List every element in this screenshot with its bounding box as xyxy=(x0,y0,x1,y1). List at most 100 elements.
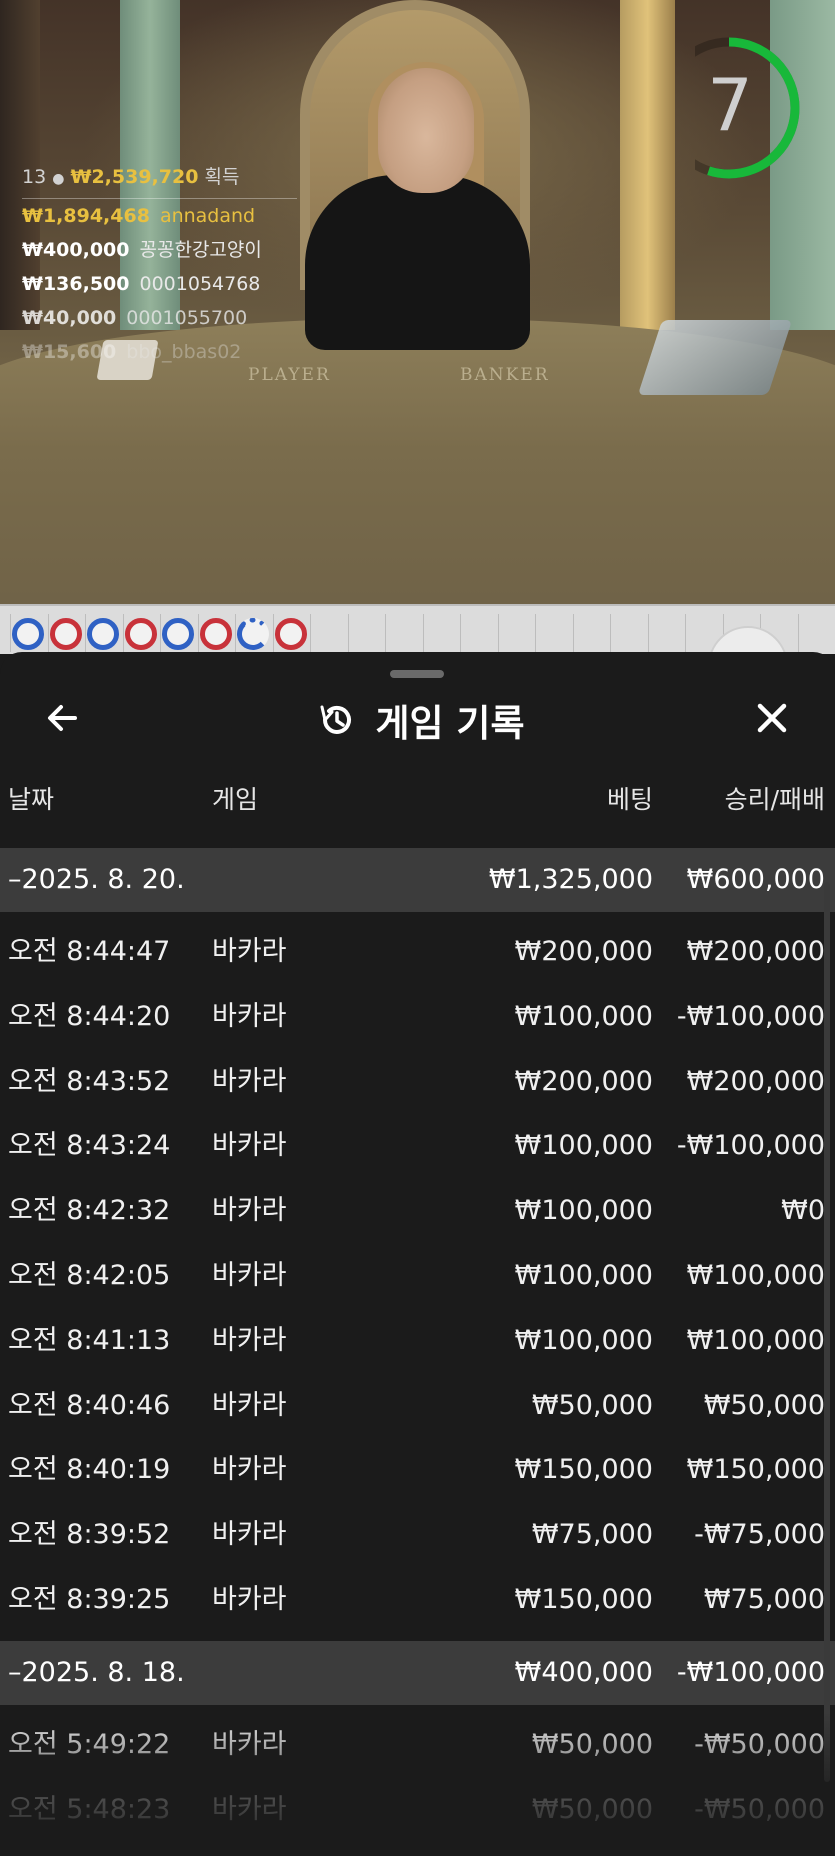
row-game: 바카라 xyxy=(212,1728,287,1760)
column-header-result[interactable]: 승리/패배 xyxy=(725,780,825,820)
close-button[interactable] xyxy=(746,692,798,744)
row-game: 바카라 xyxy=(212,936,287,967)
group-date: –2025. 8. 20. xyxy=(8,864,185,895)
row-bet: ₩100,000 xyxy=(514,1259,653,1291)
history-date-group[interactable]: –2025. 8. 20. ₩1,325,000 ₩600,000 xyxy=(0,848,835,912)
history-row[interactable]: 오전 8:42:32 바카라 ₩100,000 ₩0 xyxy=(0,1179,835,1244)
history-row[interactable]: 오전 8:40:19 바카라 ₩150,000 ₩150,000 xyxy=(0,1438,835,1503)
road-grid-cell xyxy=(385,614,421,652)
road-grid-cell xyxy=(310,614,346,652)
row-bet: ₩75,000 xyxy=(531,1519,653,1551)
close-icon xyxy=(757,703,787,733)
row-time: 오전 8:41:13 xyxy=(8,1324,171,1356)
row-time: 오전 8:43:52 xyxy=(8,1065,171,1097)
row-game: 바카라 xyxy=(212,1000,287,1032)
row-game: 바카라 xyxy=(212,1130,287,1162)
history-row[interactable]: 오전 8:39:52 바카라 ₩75,000 -₩75,000 xyxy=(0,1503,835,1568)
leaderboard-row: ₩136,500 0001054768 xyxy=(22,267,297,301)
row-bet: ₩50,000 xyxy=(531,1728,653,1760)
row-bet: ₩150,000 xyxy=(514,1583,653,1615)
road-grid-cell xyxy=(572,614,609,652)
history-row[interactable]: 오전 8:41:13 바카라 ₩100,000 ₩100,000 xyxy=(0,1309,835,1374)
row-time: 오전 5:49:22 xyxy=(8,1728,171,1760)
bead-banker xyxy=(274,618,307,650)
winner-amount: ₩40,000 xyxy=(22,307,117,329)
column-header-bet[interactable]: 베팅 xyxy=(607,780,653,820)
row-result: -₩100,000 xyxy=(676,1000,825,1032)
row-bet: ₩100,000 xyxy=(514,1130,653,1162)
winners-leaderboard: 13 ● ₩2,539,720 획득 ₩1,894,468 annadand ₩40… xyxy=(22,160,297,369)
history-date-group[interactable]: –2025. 8. 18. ₩400,000 -₩100,000 xyxy=(0,1640,835,1705)
history-icon xyxy=(320,705,352,734)
winner-amount: ₩136,500 xyxy=(22,273,130,295)
group-result-total: -₩100,000 xyxy=(676,1656,825,1688)
row-time: 오전 8:44:20 xyxy=(8,1000,171,1032)
history-row[interactable]: 오전 8:44:47 바카라 ₩200,000 ₩200,000 xyxy=(0,920,835,985)
row-game: 바카라 xyxy=(212,1324,287,1356)
row-time: 오전 8:42:05 xyxy=(8,1259,171,1291)
history-row[interactable]: 오전 8:39:25 바카라 ₩150,000 ₩75,000 xyxy=(0,1568,835,1633)
group-bet-total: ₩1,325,000 xyxy=(488,864,653,895)
row-game: 바카라 xyxy=(212,1195,287,1227)
row-bet: ₩50,000 xyxy=(531,1389,653,1421)
history-row[interactable]: 오전 5:49:22 바카라 ₩50,000 -₩50,000 xyxy=(0,1713,835,1778)
dealer-face xyxy=(378,68,474,193)
row-bet: ₩200,000 xyxy=(514,936,653,967)
game-history-panel: 게임 기록 날짜 게임 베팅 승리/패배 –2025. 8. 20. ₩1,325… xyxy=(0,652,835,1856)
history-row[interactable]: 오전 8:43:52 바카라 ₩200,000 ₩200,000 xyxy=(0,1050,835,1115)
back-button[interactable] xyxy=(36,692,88,744)
winner-name: 꽁꽁한강고양이 xyxy=(139,239,262,261)
leaderboard-row: ₩1,894,468 annadand xyxy=(22,199,297,233)
leaderboard-row: ₩400,000 꽁꽁한강고양이 xyxy=(22,233,297,267)
user-icon: ● xyxy=(52,171,65,187)
leaderboard-row: ₩40,000 0001055700 xyxy=(22,301,297,335)
total-winnings: ₩2,539,720 xyxy=(70,166,199,188)
history-list[interactable]: –2025. 8. 20. ₩1,325,000 ₩600,000 오전 8:44:4… xyxy=(0,848,835,1842)
winner-name: 0001054768 xyxy=(139,273,261,295)
history-row[interactable]: 오전 8:43:24 바카라 ₩100,000 -₩100,000 xyxy=(0,1114,835,1179)
row-time: 오전 5:48:23 xyxy=(8,1793,171,1825)
row-result: ₩0 xyxy=(781,1195,825,1227)
live-dealer-video[interactable]: PLAYER BANKER 13 ● ₩2,539,720 획득 ₩1,894,… xyxy=(0,0,835,604)
row-result: ₩200,000 xyxy=(686,1065,825,1097)
bead-road[interactable] xyxy=(0,604,835,706)
panel-header: 게임 기록 xyxy=(300,694,540,746)
panel-title: 게임 기록 xyxy=(375,702,525,745)
bead-banker xyxy=(49,618,82,650)
row-game: 바카라 xyxy=(212,1065,287,1097)
group-result-total: ₩600,000 xyxy=(686,864,825,895)
row-bet: ₩100,000 xyxy=(514,1195,653,1227)
row-result: ₩150,000 xyxy=(686,1454,825,1486)
row-result: -₩75,000 xyxy=(694,1519,825,1551)
road-grid-cell xyxy=(610,614,646,652)
history-row[interactable]: 오전 5:48:23 바카라 ₩50,000 -₩50,000 xyxy=(0,1778,835,1843)
bead-player xyxy=(162,618,194,650)
column-header-date[interactable]: 날짜 xyxy=(8,780,54,820)
group-bet-total: ₩400,000 xyxy=(514,1656,653,1688)
row-result: ₩100,000 xyxy=(686,1324,825,1356)
row-result: -₩50,000 xyxy=(694,1728,825,1760)
winner-amount: ₩1,894,468 xyxy=(22,205,150,227)
row-time: 오전 8:44:47 xyxy=(8,936,171,967)
history-row[interactable]: 오전 8:40:46 바카라 ₩50,000 ₩50,000 xyxy=(0,1374,835,1439)
drag-handle[interactable] xyxy=(390,670,444,678)
row-result: ₩50,000 xyxy=(703,1389,825,1421)
row-game: 바카라 xyxy=(212,1454,287,1486)
table-label-banker: BANKER xyxy=(460,365,550,385)
history-row[interactable]: 오전 8:44:20 바카라 ₩100,000 -₩100,000 xyxy=(0,985,835,1050)
row-time: 오전 8:40:19 xyxy=(8,1454,171,1486)
column-header-game[interactable]: 게임 xyxy=(212,780,258,820)
list-scrollbar[interactable] xyxy=(824,882,830,1782)
bead-banker xyxy=(199,618,232,650)
winner-name: 0001055700 xyxy=(126,307,248,329)
card-shoe-right xyxy=(637,320,793,395)
winner-count: 13 xyxy=(22,166,47,188)
bead-player xyxy=(237,618,269,650)
row-result: -₩50,000 xyxy=(694,1793,825,1825)
history-row[interactable]: 오전 8:42:05 바카라 ₩100,000 ₩100,000 xyxy=(0,1244,835,1309)
round-timer-count: 7 xyxy=(707,63,753,147)
road-grid-cell xyxy=(422,614,459,652)
